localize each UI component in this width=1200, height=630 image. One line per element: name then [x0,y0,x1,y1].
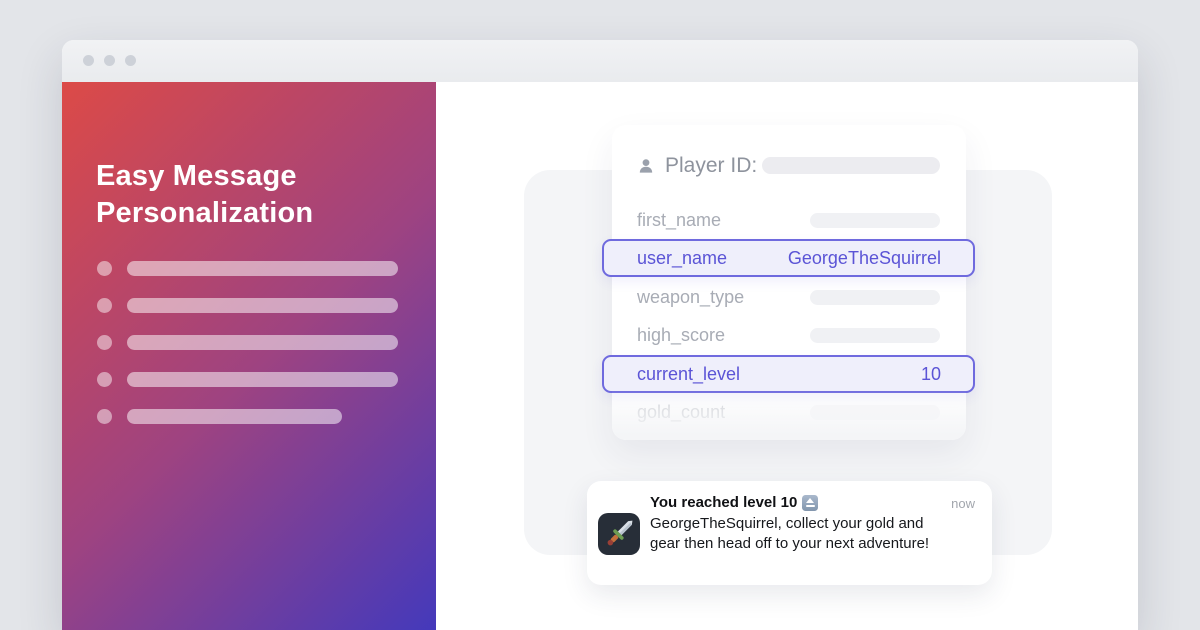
feature-bullet-list [97,261,398,446]
bullet-text-placeholder [127,409,342,424]
level-up-icon [802,494,819,511]
feature-panel: Easy Message Personalization [62,82,436,630]
field-value: GeorgeTheSquirrel [787,247,941,268]
push-notification[interactable]: You reached level 10 now GeorgeTheSquirr… [587,481,992,585]
browser-window: Easy Message Personalization Player ID: … [62,40,1138,630]
content-area: Player ID: first_name user_name GeorgeTh… [436,82,1138,630]
window-maximize-button[interactable] [125,55,136,66]
field-label: user_name [637,247,728,268]
bullet-item [97,372,398,387]
field-value-placeholder [810,404,940,420]
bullet-dot [97,372,112,387]
player-id-value-placeholder [762,157,940,174]
player-id-label: Player ID: [665,154,758,177]
notification-timestamp: now [951,496,975,511]
marketing-graphic: Easy Message Personalization Player ID: … [0,0,1200,630]
bullet-text-placeholder [127,261,398,276]
field-label: first_name [637,209,722,230]
field-row-weapon-type[interactable]: weapon_type [612,278,966,316]
dagger-icon [598,513,640,555]
bullet-item [97,335,398,350]
window-body: Easy Message Personalization Player ID: … [62,82,1138,630]
field-row-first-name[interactable]: first_name [612,201,966,239]
bullet-item [97,298,398,313]
bullet-dot [97,261,112,276]
window-close-button[interactable] [83,55,94,66]
player-id-header: Player ID: [637,154,940,178]
page-title-line1: Easy Message [96,160,297,192]
browser-toolbar [62,40,1138,82]
page-title: Easy Message Personalization [96,158,313,232]
bullet-dot [97,298,112,313]
field-row-current-level[interactable]: current_level 10 [602,355,975,393]
field-row-high-score[interactable]: high_score [612,316,966,354]
bullet-item [97,409,398,424]
bullet-item [97,261,398,276]
field-value-placeholder [810,289,940,305]
person-icon [639,159,653,173]
bullet-text-placeholder [127,372,398,387]
field-label: high_score [637,324,726,345]
page-title-line2: Personalization [96,197,314,229]
field-label: gold_count [637,401,726,422]
notification-title: You reached level 10 [650,494,798,511]
field-row-user-name[interactable]: user_name GeorgeTheSquirrel [602,239,975,277]
bullet-dot [97,335,112,350]
field-label: current_level [637,363,741,384]
field-value-placeholder [810,327,940,343]
player-attributes-card: Player ID: first_name user_name GeorgeTh… [602,125,975,440]
bullet-dot [97,409,112,424]
field-row-gold-count[interactable]: gold_count [612,393,966,431]
bullet-text-placeholder [127,298,398,313]
field-value: 10 [920,363,941,384]
field-label: weapon_type [637,286,745,307]
field-value-placeholder [810,212,940,228]
notification-title-row: You reached level 10 [650,494,932,511]
notification-body: GeorgeTheSquirrel, collect your gold and… [650,515,930,552]
window-minimize-button[interactable] [104,55,115,66]
bullet-text-placeholder [127,335,398,350]
traffic-lights [83,55,136,66]
